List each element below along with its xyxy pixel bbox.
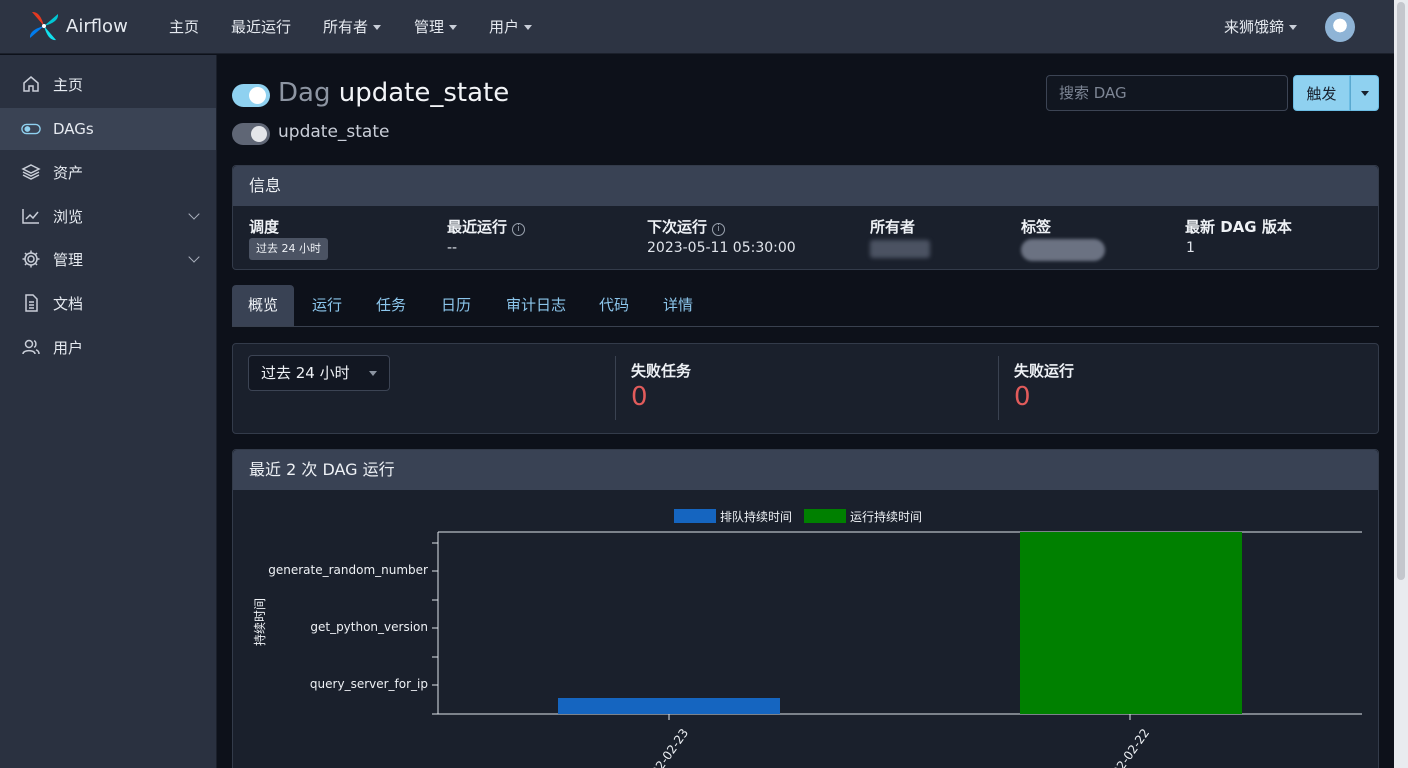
y-tick-label: generate_random_number: [268, 563, 428, 577]
scrollbar-thumb[interactable]: [1397, 2, 1405, 580]
bar-run-run-2[interactable]: [1020, 532, 1242, 714]
bar-queue-run-1[interactable]: [558, 697, 780, 714]
page-scrollbar[interactable]: [1394, 0, 1408, 768]
y-axis-title: 持续时间: [253, 598, 267, 647]
y-tick-label: query_server_for_ip: [309, 677, 428, 691]
